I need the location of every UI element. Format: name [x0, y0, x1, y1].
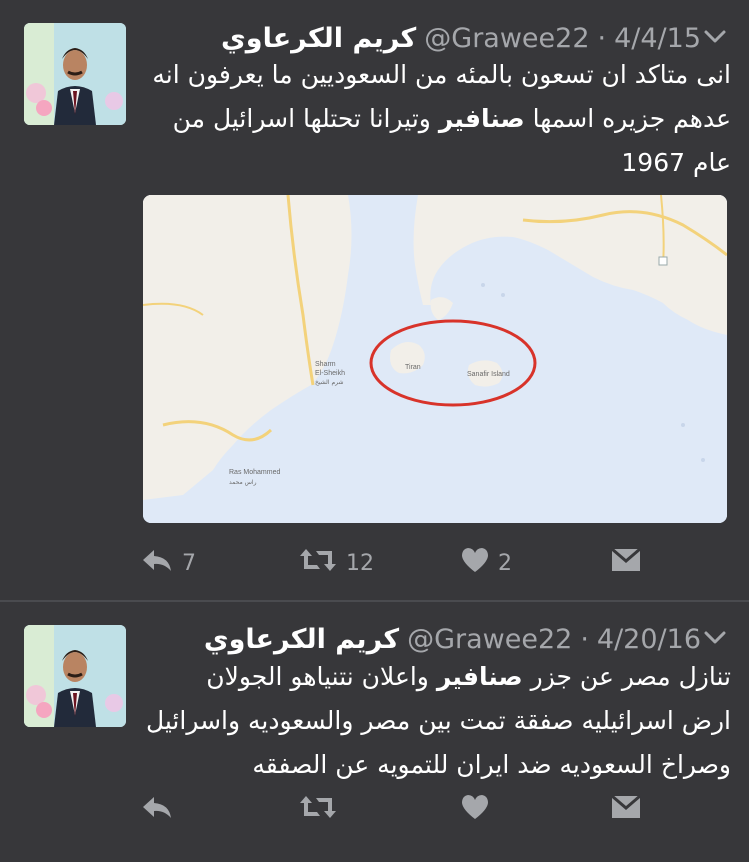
tweet-line: عام 1967 [621, 148, 731, 177]
map-label-sharm-ar: شرم الشيخ [315, 379, 344, 386]
direct-message-button[interactable] [610, 790, 642, 830]
retweet-button[interactable] [298, 790, 338, 830]
tweet-header: كريم الكرعاوي @Grawee22 · 4/4/15 [140, 18, 701, 58]
tweet-line: تنازل مصر عن جزر صنافير واعلان نتنياهو ا… [206, 662, 731, 691]
user-handle[interactable]: @Grawee22 [424, 23, 589, 54]
retweet-count: 12 [346, 550, 374, 576]
like-button[interactable] [460, 790, 490, 830]
tweet-actions: 7 12 2 [140, 543, 709, 583]
direct-message-button[interactable] [610, 543, 642, 583]
like-count: 2 [498, 550, 512, 576]
separator-dot: · [597, 22, 607, 54]
bold-word: صنافير [436, 662, 523, 691]
reply-count: 7 [182, 550, 196, 576]
reply-button[interactable]: 7 [140, 543, 196, 583]
map-label-ras-ar: راس محمد [229, 479, 257, 486]
tweet-header: كريم الكرعاوي @Grawee22 · 4/20/16 [140, 619, 701, 659]
retweet-button[interactable]: 12 [298, 543, 374, 583]
reply-icon [140, 792, 174, 828]
tweet-text: تنازل مصر عن جزر صنافير واعلان نتنياهو ا… [140, 655, 731, 787]
chevron-down-icon[interactable] [701, 24, 729, 48]
like-button[interactable]: 2 [460, 543, 512, 583]
reply-icon [140, 545, 174, 581]
reply-button[interactable] [140, 790, 174, 830]
tweet-actions [140, 790, 709, 830]
tweet-date[interactable]: 4/4/15 [614, 23, 701, 54]
bold-word: صنافير [438, 104, 525, 133]
tweet-line: ارض اسرائيليه صفقة تمت بين مصر والسعوديه… [145, 706, 731, 735]
user-handle[interactable]: @Grawee22 [407, 624, 572, 655]
tweet-line: انى متاكد ان تسعون بالمئه من السعوديين م… [152, 60, 731, 89]
retweet-icon [298, 792, 338, 828]
separator-dot: · [580, 623, 589, 655]
tweet-line: وصراخ السعوديه ضد ايران للتمويه عن الصفق… [252, 750, 731, 779]
map-image[interactable]: Tiran Sanafir Island Sharm El-Sheikh شرم… [143, 195, 727, 523]
tweet-date[interactable]: 4/20/16 [597, 624, 701, 655]
tweet-line: عدهم جزيره اسمها صنافير وتيرانا تحتلها ا… [172, 104, 731, 133]
display-name[interactable]: كريم الكرعاوي [221, 23, 416, 54]
tweet-1[interactable]: كريم الكرعاوي @Grawee22 · 4/4/15 انى متا… [0, 0, 749, 600]
avatar[interactable] [24, 625, 126, 727]
map-label-sharm-2: El-Sheikh [315, 370, 345, 377]
chevron-down-icon[interactable] [701, 625, 729, 649]
like-icon [460, 546, 490, 580]
avatar[interactable] [24, 23, 126, 125]
like-icon [460, 793, 490, 827]
direct-message-icon [610, 793, 642, 827]
direct-message-icon [610, 546, 642, 580]
map-label-sharm: Sharm [315, 361, 336, 368]
display-name[interactable]: كريم الكرعاوي [204, 624, 399, 655]
retweet-icon [298, 545, 338, 581]
map-label-sanafir: Sanafir Island [467, 371, 510, 378]
map-label-ras: Ras Mohammed [229, 469, 280, 476]
map-label-tiran: Tiran [405, 364, 421, 371]
tweet-2[interactable]: كريم الكرعاوي @Grawee22 · 4/20/16 تنازل … [0, 602, 749, 862]
tweet-text: انى متاكد ان تسعون بالمئه من السعوديين م… [140, 53, 731, 185]
